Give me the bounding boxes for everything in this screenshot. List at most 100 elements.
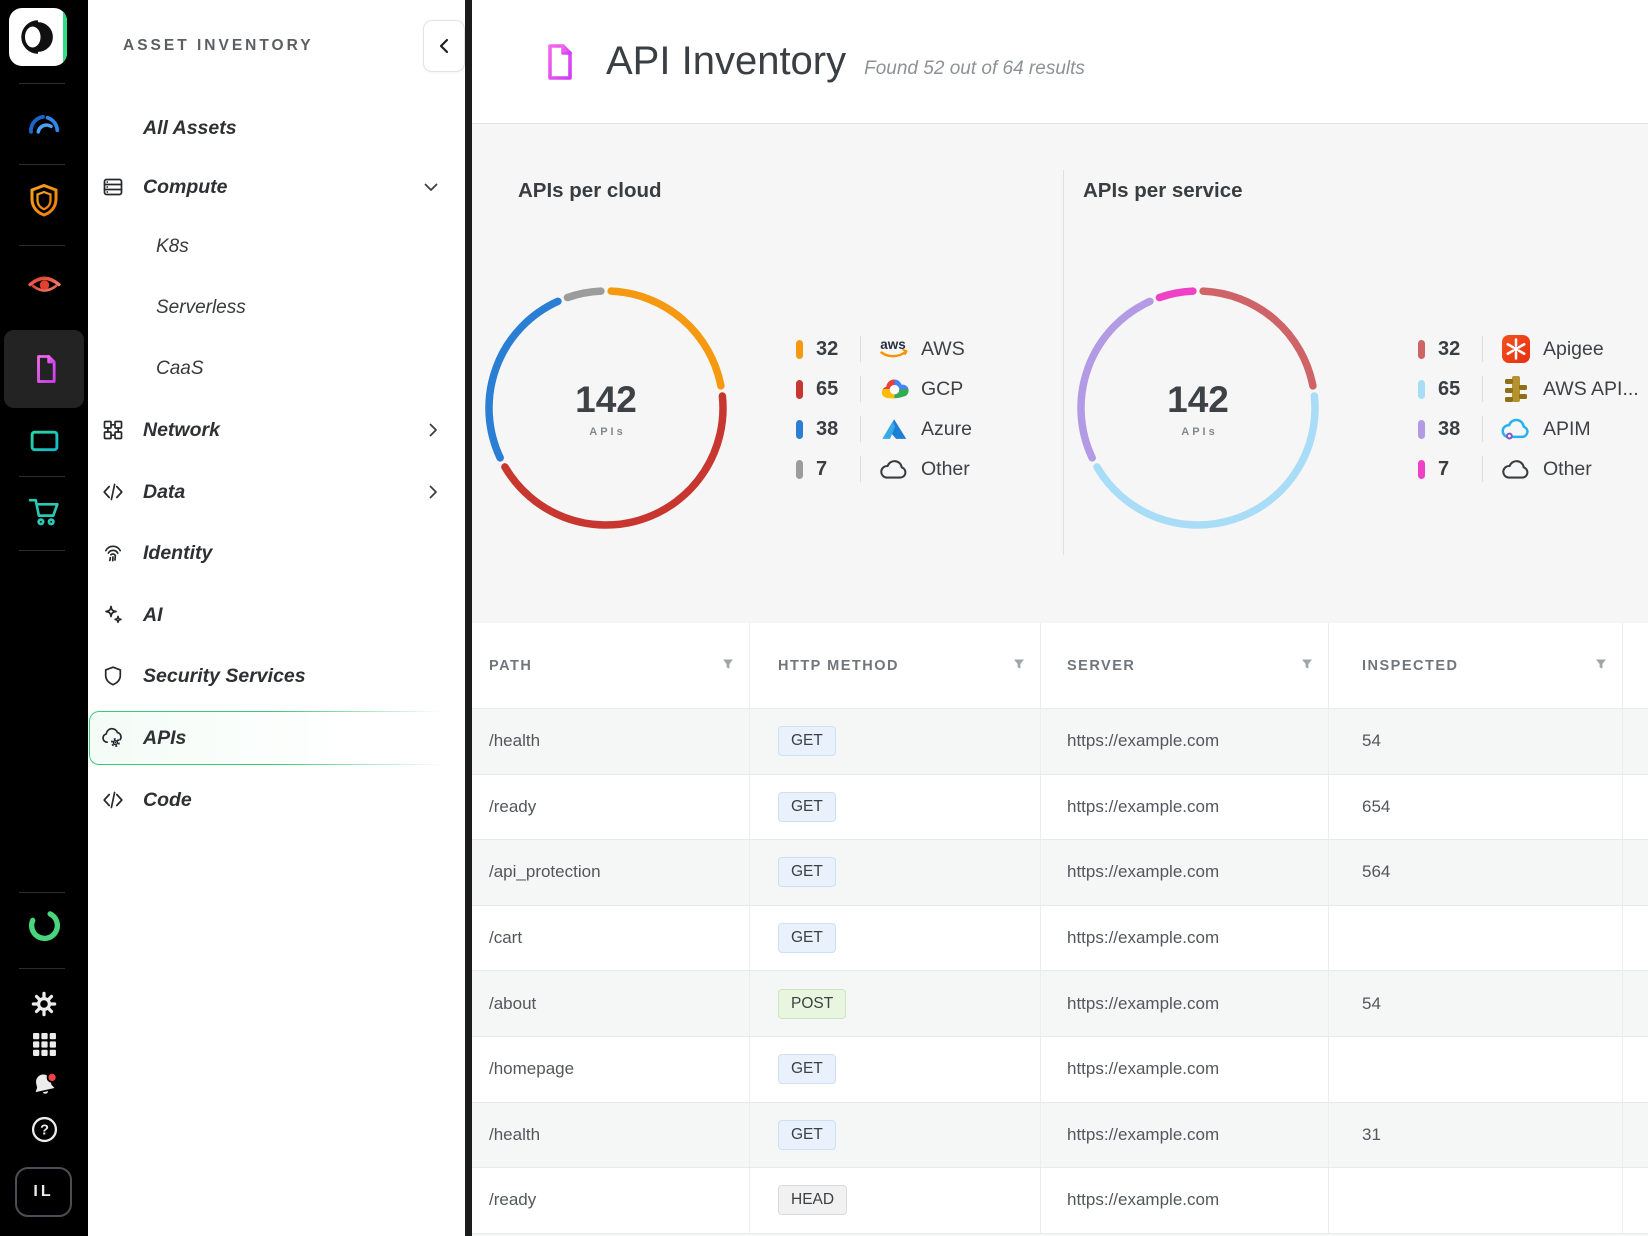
column-header-path[interactable]: PATH: [472, 623, 750, 708]
notifications-bell-icon[interactable]: [21, 1062, 67, 1108]
column-header-inspected[interactable]: INSPECTED: [1329, 623, 1623, 708]
table-row[interactable]: /readyHEADhttps://example.com: [472, 1167, 1648, 1233]
page-header: API Inventory Found 52 out of 64 results: [472, 0, 1648, 124]
sidebar-item-k8s[interactable]: K8s: [88, 219, 459, 275]
cart-icon[interactable]: [21, 488, 67, 534]
table-row[interactable]: /cartGEThttps://example.com: [472, 905, 1648, 971]
rail-divider: [19, 245, 65, 246]
sidebar-item-compute[interactable]: Compute: [88, 159, 459, 215]
column-label: SERVER: [1067, 658, 1135, 674]
table-row[interactable]: /aboutPOSThttps://example.com54: [472, 970, 1648, 1036]
donut-segment-apim[interactable]: [1081, 301, 1150, 458]
legend-row-apim[interactable]: 38APIM: [1418, 409, 1639, 449]
legend-row-other[interactable]: 7Other: [796, 449, 972, 489]
column-header-http-method[interactable]: HTTP METHOD: [750, 623, 1041, 708]
donut-chart-service: 142 APIs: [1075, 285, 1321, 531]
sidebar-item-ai[interactable]: AI: [88, 587, 459, 643]
sidebar-item-label: AI: [143, 604, 163, 627]
table-row[interactable]: /healthGEThttps://example.com54: [472, 708, 1648, 774]
chevron-right-icon: [429, 485, 438, 499]
ai-sparkles-icon: [101, 603, 125, 627]
legend-row-gcp[interactable]: 65GCP: [796, 369, 972, 409]
cell-inspected: [1329, 1168, 1623, 1233]
azure-icon: [880, 417, 908, 441]
shield-icon[interactable]: [21, 177, 67, 223]
filter-button[interactable]: [1301, 658, 1313, 674]
sidebar-item-label: K8s: [156, 236, 189, 258]
table-row[interactable]: /readyGEThttps://example.com654: [472, 774, 1648, 840]
table-row[interactable]: /healthGEThttps://example.com31: [472, 1102, 1648, 1168]
legend-row-aws-api-[interactable]: 65AWS API...: [1418, 369, 1639, 409]
avatar-initials: IL: [33, 1183, 53, 1201]
donut-segment-apigee[interactable]: [1203, 291, 1313, 386]
legend-divider: [1482, 456, 1483, 482]
column-label: PATH: [489, 658, 532, 674]
legend-value: 38: [816, 418, 860, 441]
legend-row-aws[interactable]: 32awsAWS: [796, 329, 972, 369]
legend-row-other[interactable]: 7Other: [1418, 449, 1639, 489]
legend-value: 65: [816, 378, 860, 401]
filter-button[interactable]: [722, 658, 734, 674]
legend-divider: [860, 376, 861, 402]
filter-button[interactable]: [1595, 658, 1607, 674]
rail-item-api-inventory[interactable]: [4, 330, 84, 408]
sidebar-item-security-services[interactable]: Security Services: [88, 648, 459, 704]
table-body: /healthGEThttps://example.com54/readyGET…: [472, 708, 1648, 1236]
sidebar-item-identity[interactable]: Identity: [88, 525, 459, 581]
shield-glyph: [29, 183, 59, 217]
sidebar-item-apis[interactable]: APIs: [88, 710, 459, 766]
donut-segment-other[interactable]: [567, 291, 600, 297]
filter-funnel-icon: [1595, 658, 1607, 670]
eye-icon[interactable]: [21, 260, 67, 306]
sidebar-item-label: Code: [143, 789, 192, 812]
sidebar-item-network[interactable]: Network: [88, 402, 459, 458]
sidebar-edge-scrollbar[interactable]: [465, 0, 472, 1236]
http-method-badge: HEAD: [778, 1185, 847, 1215]
monitor-icon[interactable]: [21, 419, 67, 465]
bell-glyph: [30, 1071, 58, 1099]
brand-ring-icon[interactable]: [21, 902, 67, 948]
gauge-icon[interactable]: [21, 99, 67, 145]
sidebar-item-caas[interactable]: CaaS: [88, 341, 459, 397]
donut-segment-aws-api-[interactable]: [1097, 396, 1315, 525]
sidebar-item-serverless[interactable]: Serverless: [88, 280, 459, 336]
apps-grid-icon[interactable]: [21, 1021, 67, 1067]
legend-swatch: [1418, 460, 1425, 479]
cell-path: /health: [472, 709, 750, 774]
legend-row-apigee[interactable]: 32Apigee: [1418, 329, 1639, 369]
sidebar-item-label: Identity: [143, 542, 212, 565]
legend-divider: [1482, 376, 1483, 402]
cell-extra: [1623, 840, 1648, 905]
orca-logo-icon: [21, 20, 55, 54]
legend-swatch: [1418, 420, 1425, 439]
filter-button[interactable]: [1013, 658, 1025, 674]
table-row[interactable]: /api_protectionGEThttps://example.com564: [472, 839, 1648, 905]
legend-divider: [1482, 336, 1483, 362]
cell-server: https://example.com: [1041, 775, 1329, 840]
donut-segment-azure[interactable]: [489, 301, 558, 458]
sidebar-item-all-assets[interactable]: All Assets: [88, 100, 459, 156]
cell-extra: [1623, 906, 1648, 971]
notification-badge: [48, 1073, 57, 1082]
user-avatar[interactable]: IL: [15, 1167, 72, 1217]
rail-divider: [19, 892, 65, 893]
legend-divider: [1482, 416, 1483, 442]
sidebar-item-data[interactable]: Data: [88, 464, 459, 520]
brand-logo[interactable]: [9, 8, 67, 66]
aws-icon: aws: [877, 336, 911, 362]
table-row[interactable]: /homepageGEThttps://example.com: [472, 1036, 1648, 1102]
sidebar-item-label: APIs: [143, 727, 186, 750]
sidebar-item-label: Data: [143, 481, 185, 504]
legend-row-azure[interactable]: 38 Azure: [796, 409, 972, 449]
donut-segment-aws[interactable]: [611, 291, 721, 386]
donut-segment-other[interactable]: [1159, 291, 1192, 297]
legend-swatch: [796, 460, 803, 479]
sidebar-item-label: All Assets: [143, 117, 237, 140]
sidebar-item-code[interactable]: Code: [88, 772, 459, 828]
legend-label: Azure: [921, 418, 972, 441]
help-icon[interactable]: ?: [21, 1106, 67, 1152]
app-root: ? IL ASSET INVENTORY All AssetsComputeK8…: [0, 0, 1648, 1236]
column-header-server[interactable]: SERVER: [1041, 623, 1329, 708]
apis-per-service-panel: APIs per service 142 APIs 32Apigee65AWS …: [1064, 125, 1648, 623]
donut-segment-gcp[interactable]: [505, 396, 723, 525]
